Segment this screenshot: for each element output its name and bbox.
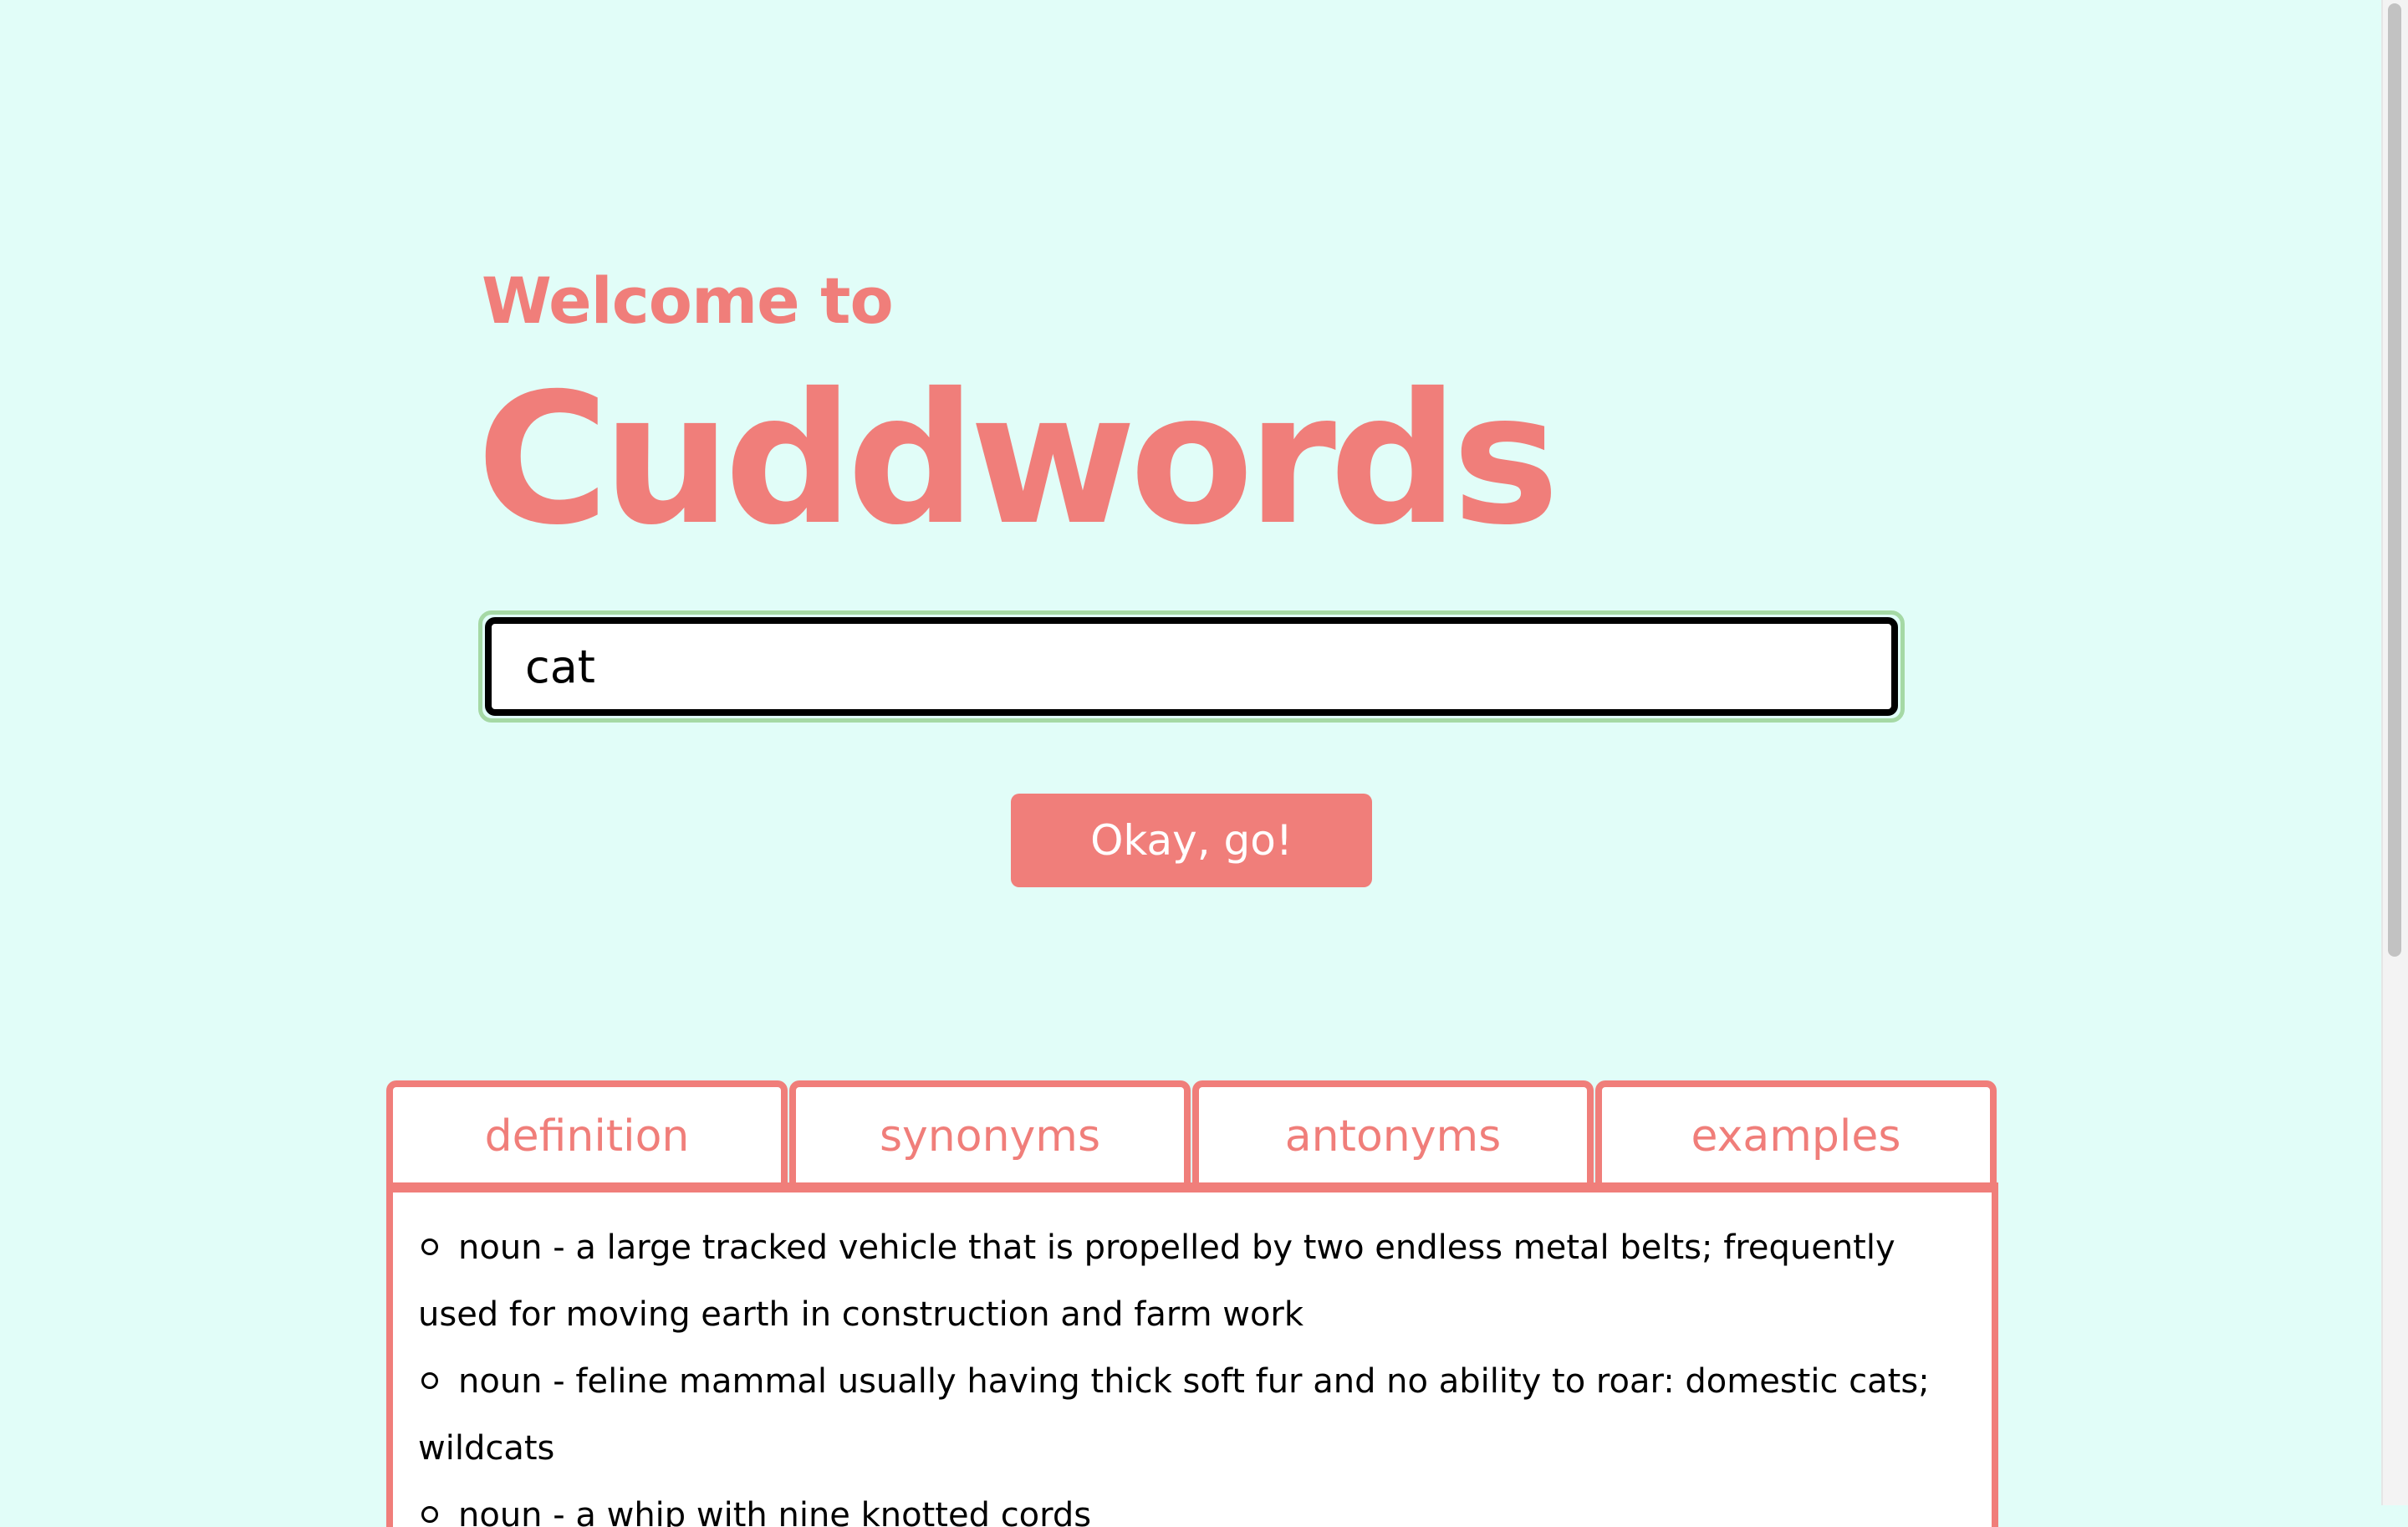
welcome-heading: Welcome to xyxy=(482,263,894,338)
definition-text: noun - a whip with nine knotted cords xyxy=(458,1496,1092,1527)
go-button[interactable]: Okay, go! xyxy=(1011,794,1372,887)
list-item: noun - feline mammal usually having thic… xyxy=(418,1348,1972,1482)
definition-text: noun - feline mammal usually having thic… xyxy=(418,1362,1930,1468)
circle-bullet-icon xyxy=(421,1238,438,1255)
app: Welcome to Cuddwords Okay, go! definitio… xyxy=(0,0,2408,1527)
circle-bullet-icon xyxy=(421,1506,438,1523)
brand-title: Cuddwords xyxy=(477,355,1559,564)
results-panel: noun - a large tracked vehicle that is p… xyxy=(386,1192,1998,1527)
circle-bullet-icon xyxy=(421,1372,438,1389)
tab-definition[interactable]: definition xyxy=(386,1080,788,1182)
tab-synonyms[interactable]: synonyms xyxy=(789,1080,1191,1182)
search-focus-ring xyxy=(478,610,1905,723)
definition-text: noun - a large tracked vehicle that is p… xyxy=(418,1228,1895,1334)
tab-divider xyxy=(386,1182,1998,1192)
search-input[interactable] xyxy=(485,617,1898,716)
scrollbar-thumb[interactable] xyxy=(2388,3,2401,957)
tab-antonyms[interactable]: antonyms xyxy=(1192,1080,1594,1182)
tab-bar: definition synonyms antonyms examples xyxy=(386,1080,1998,1182)
list-item: noun - a large tracked vehicle that is p… xyxy=(418,1214,1972,1348)
definition-list: noun - a large tracked vehicle that is p… xyxy=(393,1192,1992,1527)
list-item: noun - a whip with nine knotted cords xyxy=(418,1482,1972,1527)
tab-examples[interactable]: examples xyxy=(1595,1080,1997,1182)
